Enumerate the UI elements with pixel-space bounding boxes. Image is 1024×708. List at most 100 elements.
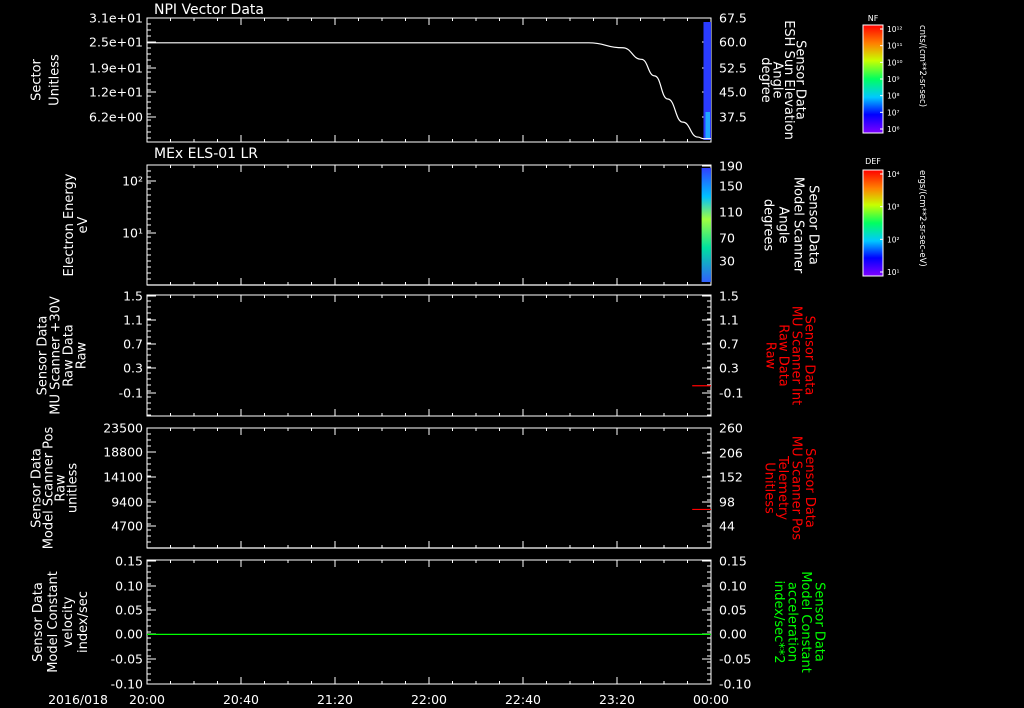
colorbar-tick-label: 10¹ — [887, 268, 900, 277]
right-axis-label: Sensor DataModel Constantaccelerationind… — [771, 571, 827, 673]
ytick-right-label: -0.10 — [719, 677, 751, 692]
panel-frame — [146, 17, 712, 143]
colorbar-2: DEF 10⁴ 10³ 10² 10¹ ergs/(cm**2-sr-sec-eV) — [862, 157, 927, 277]
ytick-right-label: -0.1 — [719, 386, 743, 401]
right-axis-label: Sensor DataMU Scanner IntRaw DataRaw — [762, 306, 816, 405]
colorbar-name: NF — [868, 14, 879, 23]
left-axis-label-line: Unitless — [48, 54, 63, 106]
ytick-label: -0.05 — [111, 652, 143, 667]
left-axis-label: Sensor DataModel Scanner PosRawunitless — [30, 426, 81, 549]
left-axis-label-line: Sector — [30, 58, 45, 100]
ytick-right-label: 44 — [719, 519, 735, 534]
ytick-label: 1.5 — [123, 289, 143, 304]
right-axis-label: Sensor DataModel ScannerAngledegrees — [761, 177, 821, 274]
colorbar-tick-label: 10¹⁰ — [887, 58, 903, 67]
ytick-right-label: 0.3 — [719, 361, 739, 376]
xtick-label: 20:00 — [129, 692, 165, 707]
ytick-label: 1.1 — [123, 313, 143, 328]
xtick-label: 22:00 — [411, 692, 447, 707]
panel-2: MEx ELS-01 LR 10² 10¹ 190 150 110 70 30 Electron… — [62, 146, 821, 286]
ytick-label: 10¹ — [122, 226, 143, 241]
colorbar-tick-label: 10¹¹ — [887, 42, 903, 51]
panel-frame — [146, 164, 712, 286]
colorbar-tick-label: 10³ — [887, 203, 900, 212]
colorbar-tick-label: 10⁶ — [887, 125, 900, 134]
ytick-right-label: 0.10 — [719, 579, 747, 594]
xtick-label: 20:40 — [223, 692, 259, 707]
colorbar-name: DEF — [865, 157, 881, 166]
ytick-label: 0.3 — [123, 361, 143, 376]
right-axis-label-line: index/sec**2 — [771, 580, 786, 663]
ytick-label: 0.00 — [115, 627, 143, 642]
ytick-label: 1.9e+01 — [89, 61, 143, 76]
panel-title: NPI Vector Data — [154, 2, 264, 18]
panel-frame — [146, 427, 712, 549]
ytick-label: 0.05 — [115, 603, 143, 618]
xtick-label: 23:20 — [599, 692, 635, 707]
ytick-label: -0.1 — [119, 386, 143, 401]
ytick-label: 0.10 — [115, 579, 143, 594]
left-axis-label-line: velocity — [61, 596, 76, 647]
colorbar-1: NF 10¹² 10¹¹ 10¹⁰ 10⁹ 10⁸ 10⁷ 10⁶ cnts/(cm**2-sr… — [862, 14, 927, 134]
ytick-right-label: 0.15 — [719, 554, 747, 569]
ytick-label: 3.1e+01 — [89, 11, 143, 26]
right-axis-label-line: Unitless — [761, 462, 776, 514]
ytick-label: 0.7 — [123, 337, 143, 352]
panel-5: 0.15 0.10 0.05 0.00 -0.05 -0.10 0.15 0.10 0.05 0.… — [31, 554, 826, 692]
colorbar-gradient — [862, 169, 884, 277]
xtick-label: 00:00 — [693, 692, 729, 707]
ytick-label: 4700 — [111, 519, 143, 534]
ytick-label: 9400 — [111, 495, 143, 510]
left-axis-label-line: index/sec — [76, 591, 91, 653]
ytick-right-label: 190 — [719, 159, 743, 174]
left-axis-label: Sensor DataMU Scanner +30VRaw DataRaw — [36, 296, 90, 415]
panel-1: NPI Vector Data 3.1e+01 2.5e+01 1.9e+01 1.2e… — [30, 2, 808, 143]
colorbar-unit: ergs/(cm**2-sr-sec-eV) — [917, 170, 927, 267]
date-label: 2016/018 — [48, 692, 108, 707]
left-axis-label-line: unitless — [66, 463, 81, 514]
left-axis-label-line: Raw — [75, 341, 90, 369]
left-axis-label: Electron Energy eV — [62, 173, 91, 276]
ytick-right-label: 52.5 — [719, 61, 747, 76]
panel-3: 1.5 1.1 0.7 0.3 -0.1 1.5 1.1 0.7 0.3 -0.1 Sensor D… — [36, 289, 816, 417]
ytick-right-label: 0.00 — [719, 627, 747, 642]
ytick-right-label: 45.0 — [719, 85, 747, 100]
panel-frame — [146, 294, 712, 417]
colorbar-tick-label: 10⁴ — [887, 170, 900, 179]
ytick-right-label: 70 — [719, 231, 735, 246]
ytick-label: -0.10 — [111, 677, 143, 692]
ytick-label: 18800 — [103, 445, 143, 460]
ytick-right-label: 30 — [719, 254, 735, 269]
ytick-right-label: 0.05 — [719, 603, 747, 618]
ytick-right-label: 1.5 — [719, 289, 739, 304]
left-axis-label-line: Electron Energy — [62, 173, 77, 276]
panels: NPI Vector Data 3.1e+01 2.5e+01 1.9e+01 1.2e… — [30, 2, 827, 692]
right-axis-label-line: Raw — [762, 342, 777, 370]
colorbars: NF 10¹² 10¹¹ 10¹⁰ 10⁹ 10⁸ 10⁷ 10⁶ cnts/(cm**2-sr… — [862, 14, 927, 277]
right-axis-label-line: degrees — [761, 199, 776, 252]
left-axis-label-line: Sensor Data — [31, 582, 46, 662]
series-line — [147, 42, 711, 140]
plot-canvas: NPI Vector Data 3.1e+01 2.5e+01 1.9e+01 1.2e… — [30, 2, 928, 707]
colorbar-unit: cnts/(cm**2-sr-sec) — [917, 25, 927, 107]
ytick-right-label: 67.5 — [719, 11, 747, 26]
right-axis-label: Sensor DataMU Scanner PosTelemetryUnitle… — [761, 436, 817, 541]
left-axis-label: Sector Unitless — [30, 54, 63, 106]
ytick-right-label: 1.1 — [719, 313, 739, 328]
panel-4: 23500 18800 14100 9400 4700 260 206 152 98 44 Sens… — [30, 421, 817, 550]
spectrogram-strip — [701, 168, 711, 282]
ytick-right-label: 60.0 — [719, 35, 747, 50]
colorbar-tick-label: 10⁸ — [887, 92, 900, 101]
ytick-right-label: 152 — [719, 470, 743, 485]
left-axis-label-line: eV — [76, 216, 91, 233]
ytick-right-label: 150 — [719, 179, 743, 194]
ytick-right-label: 260 — [719, 421, 743, 436]
ytick-label: 10² — [122, 174, 143, 189]
colorbar-unit-text: cnts/(cm**2-sr-sec) — [917, 25, 927, 107]
right-axis-label-line: degree — [758, 57, 773, 103]
time-axis: 2016/018 20:00 20:40 21:20 22:00 22:40 23:20 00… — [48, 692, 729, 707]
left-axis-label: Sensor Data Model Constant velocity index/s… — [31, 571, 91, 673]
ytick-label: 23500 — [103, 421, 143, 436]
ytick-right-label: 98 — [719, 495, 735, 510]
left-axis-label-line: Model Constant — [46, 571, 61, 673]
